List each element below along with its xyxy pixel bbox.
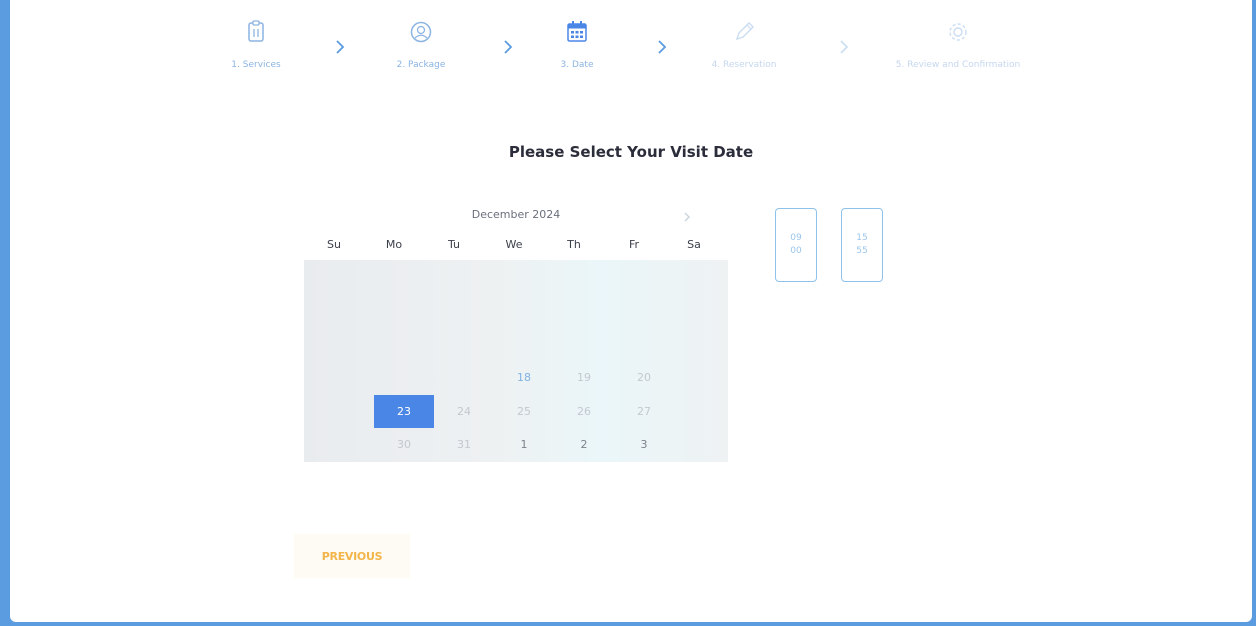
calendar-day[interactable]: 31 bbox=[434, 428, 494, 461]
step-reservation[interactable]: 4. Reservation bbox=[654, 18, 834, 70]
weekday-label: Mo bbox=[385, 238, 403, 251]
calendar-day[interactable]: 27 bbox=[614, 395, 674, 428]
next-month-icon[interactable] bbox=[682, 210, 692, 224]
step-review-confirmation[interactable]: 5. Review and Confirmation bbox=[868, 18, 1048, 70]
weekday-row: Su Mo Tu We Th Fr Sa bbox=[304, 238, 728, 254]
calendar-day[interactable]: 2 bbox=[554, 428, 614, 461]
calendar-day[interactable]: 19 bbox=[554, 361, 614, 394]
progress-stepper: 1. Services 2. Package 3. Date 4. Reserv… bbox=[10, 18, 1252, 88]
user-circle-icon bbox=[410, 21, 432, 43]
time-slot[interactable]: 09 00 bbox=[775, 208, 817, 282]
calendar-day[interactable]: 1 bbox=[494, 428, 554, 461]
step-date[interactable]: 3. Date bbox=[487, 18, 667, 70]
weekday-label: Fr bbox=[628, 238, 640, 251]
time-slot[interactable]: 15 55 bbox=[841, 208, 883, 282]
weekday-label: Sa bbox=[687, 238, 701, 251]
weekday-label: We bbox=[505, 238, 523, 251]
calendar-day[interactable]: 20 bbox=[614, 361, 674, 394]
gear-icon bbox=[949, 23, 967, 41]
step-label: 1. Services bbox=[231, 60, 281, 70]
weekday-label: Su bbox=[327, 238, 341, 251]
chevron-right-icon bbox=[840, 40, 849, 54]
clipboard-icon bbox=[248, 20, 264, 42]
booking-panel: 1. Services 2. Package 3. Date 4. Reserv… bbox=[10, 0, 1252, 622]
weekday-label: Th bbox=[567, 238, 581, 251]
calendar-day-selected[interactable]: 23 bbox=[374, 395, 434, 428]
slot-minute: 00 bbox=[790, 246, 802, 256]
previous-button[interactable]: PREVIOUS bbox=[294, 534, 410, 578]
calendar-day[interactable]: 18 bbox=[494, 361, 554, 394]
time-slot-list: 09 00 15 55 bbox=[760, 190, 990, 310]
step-label: 2. Package bbox=[396, 60, 446, 70]
step-label: 5. Review and Confirmation bbox=[895, 60, 1021, 70]
step-label: 3. Date bbox=[560, 60, 594, 70]
calendar-day[interactable]: 24 bbox=[434, 395, 494, 428]
step-services[interactable]: 1. Services bbox=[166, 18, 346, 70]
page-title: Please Select Your Visit Date bbox=[508, 143, 754, 161]
step-package[interactable]: 2. Package bbox=[331, 18, 511, 70]
calendar-header: December 2024 bbox=[304, 208, 728, 226]
step-label: 4. Reservation bbox=[711, 60, 777, 70]
slot-hour: 15 bbox=[856, 233, 868, 243]
month-label: December 2024 bbox=[471, 208, 561, 221]
calendar-day[interactable]: 26 bbox=[554, 395, 614, 428]
slot-minute: 55 bbox=[856, 246, 868, 256]
calendar-day[interactable]: 30 bbox=[374, 428, 434, 461]
calendar-icon bbox=[567, 21, 587, 42]
slot-hour: 09 bbox=[790, 233, 802, 243]
weekday-label: Tu bbox=[447, 238, 461, 251]
calendar-day[interactable]: 25 bbox=[494, 395, 554, 428]
pen-icon bbox=[735, 22, 754, 41]
calendar-grid: 18 19 20 23 24 25 26 27 30 31 1 2 3 bbox=[304, 260, 728, 462]
calendar-day[interactable]: 3 bbox=[614, 428, 674, 461]
